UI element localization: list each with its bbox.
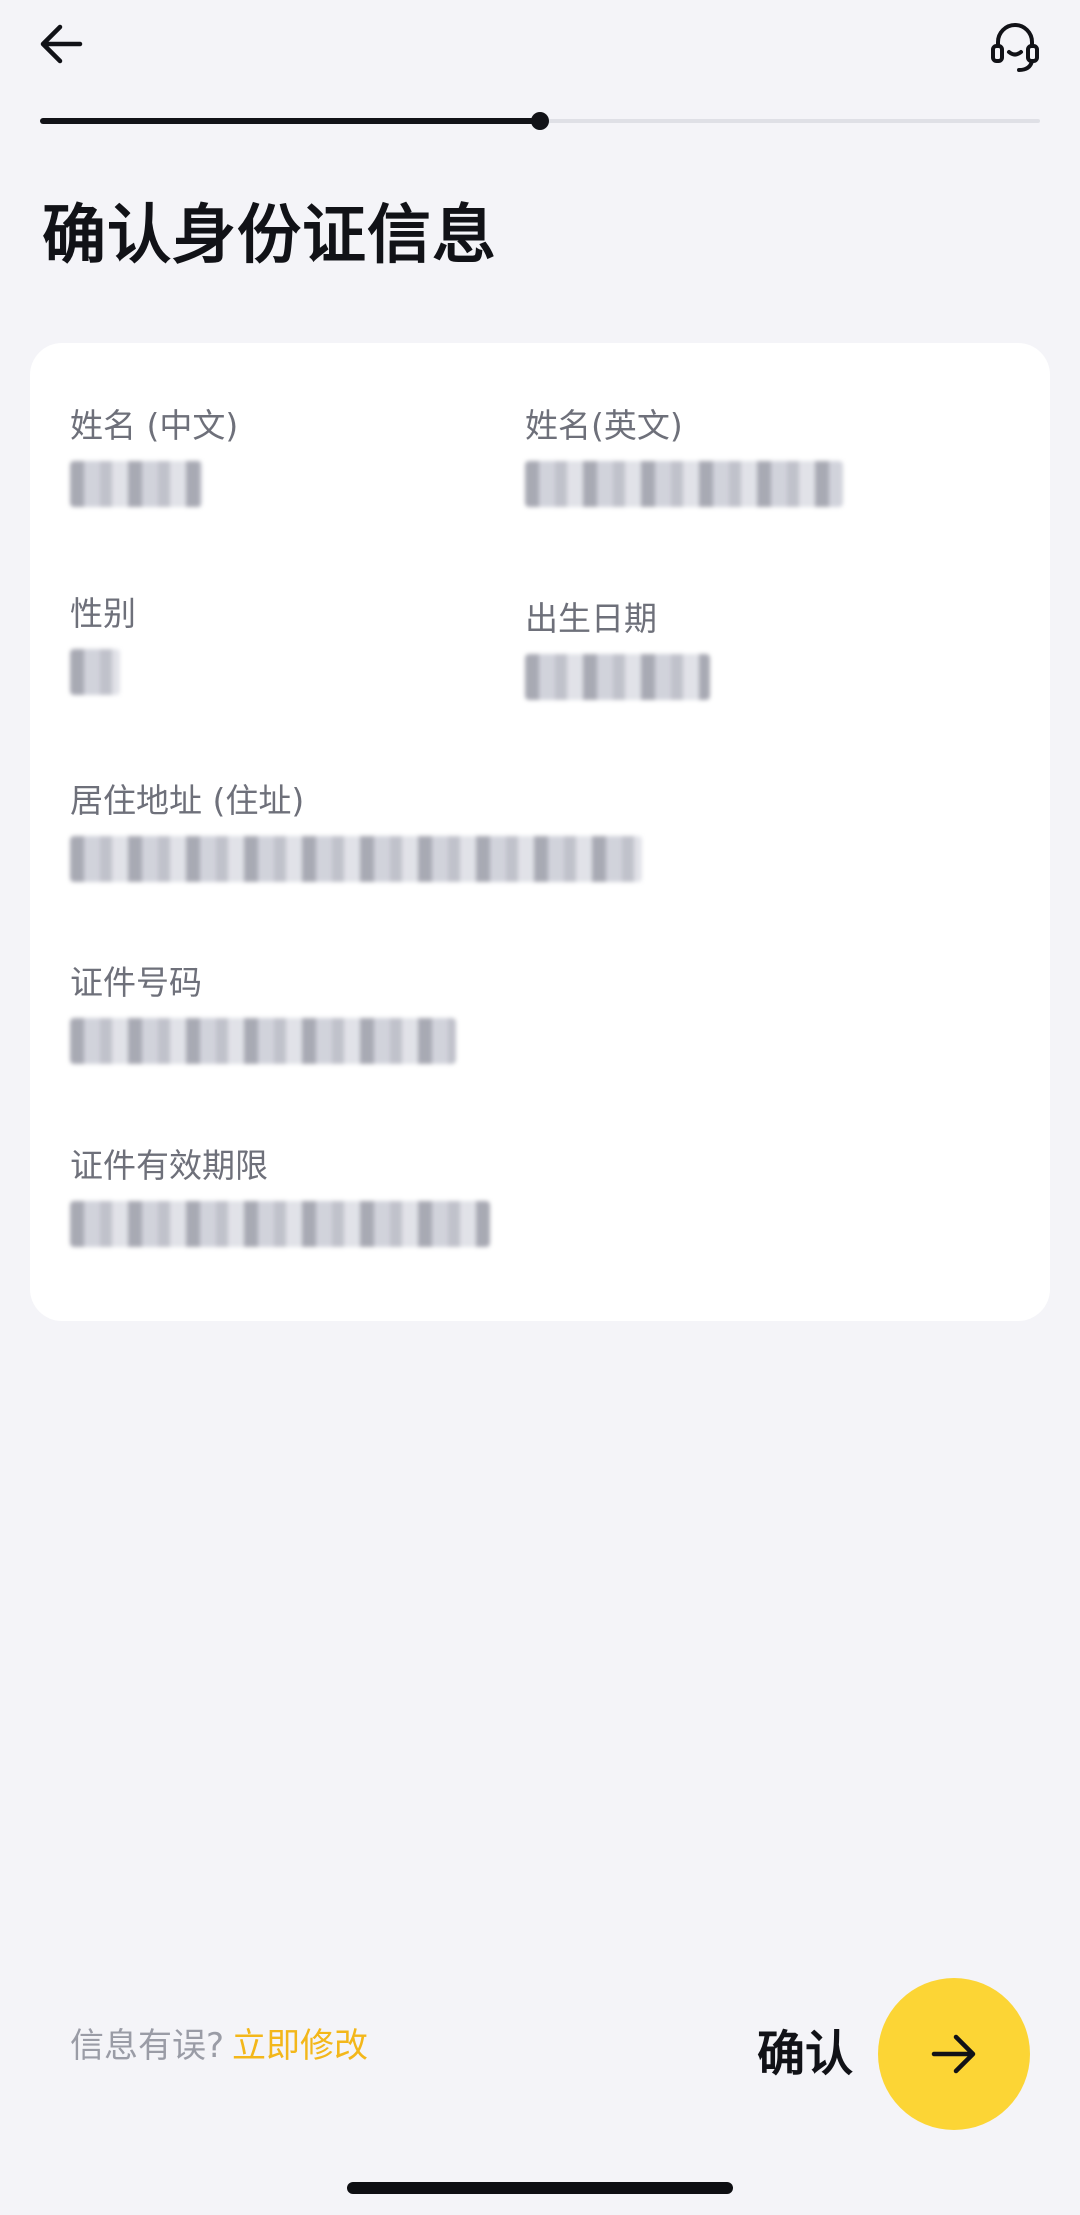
field-label: 姓名 (中文) xyxy=(70,406,239,445)
step-progress-bar xyxy=(40,112,1040,130)
error-hint: 信息有误? 立即修改 xyxy=(70,2022,368,2070)
error-hint-text: 信息有误? xyxy=(70,2026,225,2066)
field-name-en: 姓名(英文) xyxy=(525,403,1025,507)
field-value-redacted xyxy=(525,654,710,700)
arrow-right-icon xyxy=(931,2034,976,2074)
field-label: 出生日期 xyxy=(525,599,657,638)
field-label: 居住地址 (住址) xyxy=(70,781,305,820)
field-validity: 证件有效期限 xyxy=(70,1143,970,1247)
field-value-redacted xyxy=(70,836,642,882)
field-value-redacted xyxy=(70,649,120,695)
field-name-cn: 姓名 (中文) xyxy=(70,403,390,507)
field-label: 证件号码 xyxy=(70,963,202,1002)
field-gender: 性别 xyxy=(70,591,390,695)
page-title: 确认身份证信息 xyxy=(42,199,497,273)
edit-now-link[interactable]: 立即修改 xyxy=(232,2026,368,2066)
headset-icon xyxy=(991,23,1039,72)
id-info-card: 姓名 (中文) 姓名(英文) 性别 出生日期 居住地址 (住址) 证件号码 证件… xyxy=(30,343,1050,1321)
confirm-label: 确认 xyxy=(757,2026,854,2082)
confirm-button[interactable] xyxy=(878,1978,1030,2130)
field-value-redacted xyxy=(70,1018,456,1064)
arrow-left-icon xyxy=(40,24,83,64)
progress-fill xyxy=(40,118,540,124)
field-id-number: 证件号码 xyxy=(70,960,970,1064)
field-value-redacted xyxy=(70,1201,490,1247)
progress-knob xyxy=(531,112,549,130)
customer-support-button[interactable] xyxy=(980,12,1050,82)
field-label: 性别 xyxy=(70,594,136,633)
field-label: 姓名(英文) xyxy=(525,406,683,445)
field-value-redacted xyxy=(70,461,202,507)
field-value-redacted xyxy=(525,461,843,507)
field-label: 证件有效期限 xyxy=(70,1146,268,1185)
back-button[interactable] xyxy=(30,12,94,76)
home-indicator xyxy=(347,2182,733,2194)
field-birth-date: 出生日期 xyxy=(525,596,1025,700)
field-address: 居住地址 (住址) xyxy=(70,778,970,882)
